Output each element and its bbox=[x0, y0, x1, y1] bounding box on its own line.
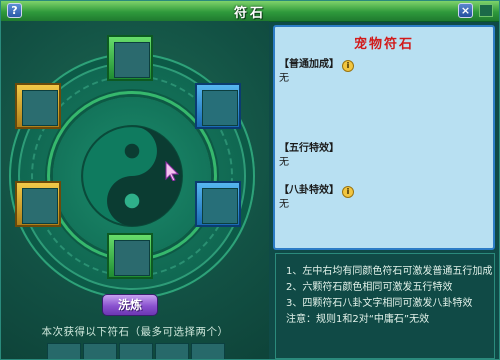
rune-slot-inner bbox=[202, 90, 238, 126]
reward-slot[interactable] bbox=[191, 343, 225, 359]
rule-line: 2、六颗符石颜色相同可激发五行特效 bbox=[286, 282, 453, 293]
rune-slot-right-upper[interactable] bbox=[195, 83, 241, 129]
obtain-hint: 本次获得以下符石（最多可选择两个） bbox=[41, 326, 229, 338]
section-bagua: 【八卦特效】 i bbox=[279, 181, 354, 198]
rune-slot-inner bbox=[114, 240, 150, 276]
panel-title: 宠物符石 bbox=[353, 37, 414, 52]
reward-slot[interactable] bbox=[119, 343, 153, 359]
rule-line: 1、左中右均有同颜色符石可激发普通五行加成 bbox=[286, 266, 493, 277]
section-five-elements: 【五行特效】 bbox=[279, 139, 339, 154]
rune-slot-left-lower[interactable] bbox=[15, 181, 61, 227]
info-icon[interactable]: i bbox=[342, 186, 354, 198]
reward-slot[interactable] bbox=[155, 343, 189, 359]
title-bar: ? 符石 × bbox=[1, 1, 499, 22]
rune-slot-inner bbox=[202, 188, 238, 224]
rune-slot-left-upper[interactable] bbox=[15, 83, 61, 129]
cursor-icon bbox=[165, 161, 179, 181]
section-value: 无 bbox=[279, 73, 289, 84]
rule-line: 3、四颗符石八卦文字相同可激发八卦特效 bbox=[286, 298, 473, 309]
rune-slot-inner bbox=[22, 90, 58, 126]
rune-slot-inner bbox=[22, 188, 58, 224]
fushi-window: ? 符石 × 洗炼 本次获得以下符石（最多可选择两个） 宠物符石 【普通加成】 … bbox=[0, 0, 500, 360]
rune-board: 洗炼 本次获得以下符石（最多可选择两个） bbox=[1, 21, 269, 359]
rule-note: 注意：规则1和2对“中庸石”无效 bbox=[286, 314, 430, 325]
rune-slot-inner bbox=[114, 42, 150, 78]
section-normal-bonus: 【普通加成】 i bbox=[279, 55, 354, 72]
reward-slot[interactable] bbox=[47, 343, 81, 359]
rune-slot-bottom[interactable] bbox=[107, 233, 153, 279]
pet-rune-panel: 宠物符石 【普通加成】 i 无 【五行特效】 无 【八卦特效】 i 无 bbox=[273, 25, 495, 250]
section-value: 无 bbox=[279, 157, 289, 168]
rune-slot-right-lower[interactable] bbox=[195, 181, 241, 227]
section-value: 无 bbox=[279, 199, 289, 210]
info-icon[interactable]: i bbox=[342, 60, 354, 72]
wash-button[interactable]: 洗炼 bbox=[102, 294, 158, 316]
rules-box: 1、左中右均有同颜色符石可激发普通五行加成 2、六颗符石颜色相同可激发五行特效 … bbox=[275, 253, 495, 359]
window-title: 符石 bbox=[233, 6, 266, 21]
close-button[interactable]: × bbox=[458, 3, 473, 18]
rune-slot-top[interactable] bbox=[107, 35, 153, 81]
reward-slot[interactable] bbox=[83, 343, 117, 359]
corner-deco bbox=[479, 4, 493, 17]
